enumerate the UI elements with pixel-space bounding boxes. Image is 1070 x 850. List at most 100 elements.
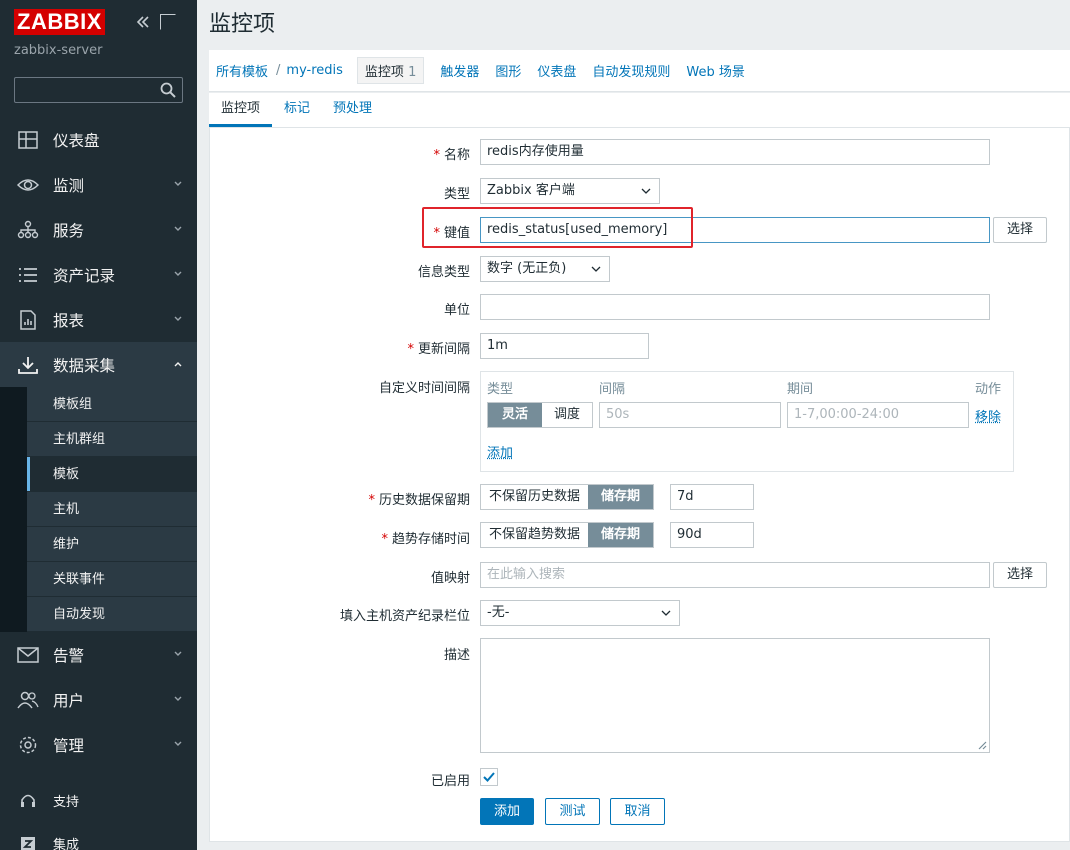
remove-interval-link[interactable]: 移除 — [975, 406, 1001, 425]
sub-item-event-correlation[interactable]: 关联事件 — [27, 562, 197, 597]
sub-item-hosts[interactable]: 主机 — [27, 492, 197, 527]
data-collection-submenu: 模板组 主机群组 模板 主机 维护 关联事件 自动发现 — [0, 387, 197, 632]
chevron-down-icon — [174, 181, 182, 186]
tab-tags[interactable]: 标记 — [284, 93, 310, 127]
download-icon — [18, 357, 38, 374]
nav-inventory[interactable]: 资产记录 — [0, 252, 197, 297]
tab-item[interactable]: 监控项 — [209, 93, 273, 127]
cancel-button[interactable]: 取消 — [610, 798, 665, 825]
nav-administration[interactable]: 管理 — [0, 722, 197, 767]
interval-input[interactable]: 1m — [480, 333, 649, 359]
bc-tab-triggers[interactable]: 触发器 — [440, 61, 479, 80]
scheduling-option[interactable]: 调度 — [542, 403, 593, 427]
custom-intervals-table: 类型 间隔 期间 动作 灵活 调度 50s 1-7,00:00-24:00 移除… — [480, 371, 1014, 472]
inventory-label: 填入主机资产纪录栏位 — [339, 609, 470, 624]
interval-label: * 更新间隔 — [407, 342, 470, 357]
eye-icon — [17, 179, 39, 191]
info-type-select[interactable]: 数字 (无正负) — [480, 256, 610, 282]
description-label: 描述 — [443, 648, 470, 663]
history-toggle[interactable]: 不保留历史数据 储存期 — [480, 484, 655, 510]
col-action: 动作 — [975, 382, 1002, 397]
trends-storage-option[interactable]: 储存期 — [588, 523, 654, 547]
breadcrumb-all-templates[interactable]: 所有模板 — [216, 61, 268, 80]
bc-tab-graphs[interactable]: 图形 — [495, 61, 521, 80]
chevron-down-icon — [174, 741, 182, 746]
chevron-down-icon — [174, 316, 182, 321]
custom-interval-input[interactable]: 50s — [599, 402, 781, 428]
nav-services[interactable]: 服务 — [0, 207, 197, 252]
nav-data-collection[interactable]: 数据采集 — [0, 342, 197, 387]
gear-icon — [19, 736, 37, 754]
report-icon — [20, 310, 36, 330]
integration-icon — [21, 837, 35, 850]
trends-toggle[interactable]: 不保留趋势数据 储存期 — [480, 522, 655, 548]
nav-monitoring[interactable]: 监测 — [0, 162, 197, 207]
form-tabs: 监控项 标记 预处理 — [209, 93, 1070, 128]
name-label: * 名称 — [433, 148, 470, 163]
history-no-keep-option[interactable]: 不保留历史数据 — [481, 485, 589, 509]
custom-period-input[interactable]: 1-7,00:00-24:00 — [787, 402, 969, 428]
bc-tab-dashboards[interactable]: 仪表盘 — [537, 61, 576, 80]
resize-handle-icon[interactable] — [977, 740, 987, 750]
sub-item-host-groups[interactable]: 主机群组 — [27, 422, 197, 457]
valuemap-select-button[interactable]: 选择 — [993, 562, 1047, 588]
nav-integrations[interactable]: 集成 — [0, 823, 197, 850]
flexible-option[interactable]: 灵活 — [488, 403, 543, 427]
interval-type-toggle[interactable]: 灵活 调度 — [487, 402, 594, 428]
test-button[interactable]: 测试 — [545, 798, 600, 825]
search-icon[interactable] — [160, 82, 176, 98]
collapse-sidebar-icon[interactable] — [134, 13, 152, 31]
history-label: * 历史数据保留期 — [368, 493, 470, 508]
history-input[interactable]: 7d — [670, 484, 754, 510]
add-interval-link[interactable]: 添加 — [487, 442, 513, 461]
tab-preprocessing[interactable]: 预处理 — [333, 93, 372, 127]
search-input[interactable] — [15, 78, 155, 102]
sub-item-maintenance[interactable]: 维护 — [27, 527, 197, 562]
breadcrumb: 所有模板 / my-redis 监控项 1 触发器 图形 仪表盘 自动发现规则 … — [209, 50, 1070, 92]
inventory-select[interactable]: -无- — [480, 600, 680, 626]
type-select[interactable]: Zabbix 客户端 — [480, 178, 660, 204]
sub-item-templates[interactable]: 模板 — [27, 457, 197, 492]
chevron-down-icon — [641, 188, 651, 194]
trends-no-keep-option[interactable]: 不保留趋势数据 — [481, 523, 589, 547]
breadcrumb-template[interactable]: my-redis — [286, 63, 343, 78]
type-label: 类型 — [443, 187, 470, 202]
list-icon — [19, 268, 37, 282]
kiosk-mode-icon[interactable] — [160, 14, 176, 30]
enabled-checkbox[interactable] — [480, 768, 498, 786]
name-input[interactable]: redis内存使用量 — [480, 139, 990, 165]
sub-item-template-groups[interactable]: 模板组 — [27, 387, 197, 422]
nav-support[interactable]: 支持 — [0, 780, 197, 820]
search-box[interactable] — [14, 77, 183, 103]
description-textarea[interactable] — [480, 638, 990, 753]
trends-input[interactable]: 90d — [670, 522, 754, 548]
nav-dashboard[interactable]: 仪表盘 — [0, 117, 197, 162]
nav-reports[interactable]: 报表 — [0, 297, 197, 342]
breadcrumb-separator: / — [276, 63, 281, 78]
enabled-label: 已启用 — [430, 774, 470, 789]
key-input[interactable]: redis_status[used_memory] — [480, 217, 990, 243]
headset-icon — [21, 794, 35, 807]
units-input[interactable] — [480, 294, 990, 320]
key-select-button[interactable]: 选择 — [993, 217, 1047, 243]
nav-alerts[interactable]: 告警 — [0, 632, 197, 677]
bc-tab-web-scenarios[interactable]: Web 场景 — [686, 61, 744, 80]
chevron-up-icon — [174, 362, 182, 367]
custom-intervals-label: 自定义时间间隔 — [378, 381, 470, 396]
zabbix-logo[interactable]: ZABBIX — [14, 9, 105, 35]
col-period: 期间 — [787, 382, 814, 397]
sub-item-discovery[interactable]: 自动发现 — [27, 597, 197, 632]
valuemap-label: 值映射 — [430, 571, 470, 586]
add-button[interactable]: 添加 — [480, 798, 534, 825]
chevron-down-icon — [174, 696, 182, 701]
key-label: * 键值 — [433, 226, 470, 241]
col-interval: 间隔 — [599, 382, 626, 397]
history-storage-option[interactable]: 储存期 — [588, 485, 654, 509]
nav-users[interactable]: 用户 — [0, 677, 197, 722]
checkmark-icon — [483, 772, 495, 782]
chevron-down-icon — [174, 271, 182, 276]
bc-tab-items[interactable]: 监控项 1 — [356, 57, 425, 84]
bc-tab-discovery-rules[interactable]: 自动发现规则 — [592, 61, 670, 80]
chevron-down-icon — [174, 651, 182, 656]
valuemap-input[interactable]: 在此输入搜索 — [480, 562, 990, 588]
